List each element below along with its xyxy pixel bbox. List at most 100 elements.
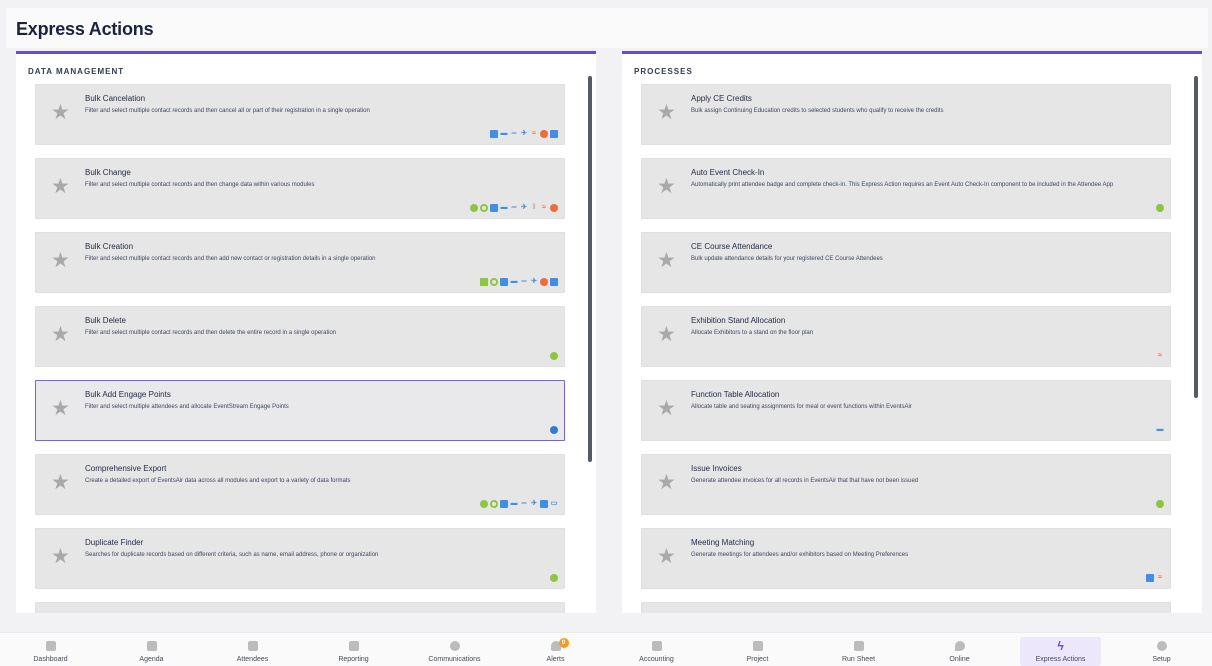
action-card-comprehensive-export[interactable]: ★ Comprehensive Export Create a detailed… <box>35 454 565 515</box>
user-icon <box>480 500 488 508</box>
target-icon <box>490 278 498 286</box>
module-icons <box>1156 204 1164 212</box>
plane-icon: ✈ <box>531 500 537 507</box>
cancel-icon <box>550 204 558 212</box>
card-title: Auto Event Check-In <box>691 168 765 177</box>
user-icon <box>550 574 558 582</box>
module-icons: ▬ ═ ✈ ǀ ≈ <box>470 204 558 212</box>
nav-express-actions[interactable]: ϟ Express Actions <box>1010 633 1111 666</box>
nav-online[interactable]: Online <box>909 633 1010 666</box>
favorite-star-icon[interactable]: ★ <box>51 546 71 567</box>
favorite-star-icon[interactable]: ★ <box>657 324 677 345</box>
card-title: Bulk Creation <box>85 242 134 251</box>
nav-reporting[interactable]: Reporting <box>303 633 404 666</box>
nav-accounting[interactable]: Accounting <box>606 633 707 666</box>
card-description: Searches for duplicate records based on … <box>85 552 379 558</box>
card-description: Bulk update attendance details for your … <box>691 256 883 262</box>
card-list: ★ Apply CE Credits Bulk assign Continuin… <box>641 84 1171 613</box>
favorite-star-icon[interactable]: ★ <box>51 324 71 345</box>
nav-dashboard[interactable]: Dashboard <box>0 633 101 666</box>
card-title: Duplicate Finder <box>85 538 144 547</box>
nav-project[interactable]: Project <box>707 633 808 666</box>
card-list: ★ Bulk Cancelation Filter and select mul… <box>35 84 565 613</box>
action-card-bulk-delete[interactable]: ★ Bulk Delete Filter and select multiple… <box>35 306 565 367</box>
card-title: Bulk Add Engage Points <box>85 390 171 399</box>
favorite-star-icon[interactable]: ★ <box>51 176 71 197</box>
nav-label: Dashboard <box>33 656 68 663</box>
action-card-partial[interactable] <box>641 602 1171 613</box>
action-card-apply-ce-credits[interactable]: ★ Apply CE Credits Bulk assign Continuin… <box>641 84 1171 145</box>
action-card-exhibition-stand-allocation[interactable]: ★ Exhibition Stand Allocation Allocate E… <box>641 306 1171 367</box>
favorite-star-icon[interactable]: ★ <box>51 102 71 123</box>
user-icon <box>1156 204 1164 212</box>
action-card-duplicate-finder[interactable]: ★ Duplicate Finder Searches for duplicat… <box>35 528 565 589</box>
desk-icon: ▬ <box>510 278 518 285</box>
favorite-star-icon[interactable]: ★ <box>51 398 71 419</box>
card-title: Meeting Matching <box>691 538 755 547</box>
card-title: Issue Invoices <box>691 464 742 473</box>
action-card-ce-course-attendance[interactable]: ★ CE Course Attendance Bulk update atten… <box>641 232 1171 293</box>
right-scrollbar[interactable] <box>1194 76 1198 398</box>
chat-icon <box>550 426 558 434</box>
nav-communications[interactable]: Communications <box>404 633 505 666</box>
card-description: Filter and select multiple attendees and… <box>85 404 289 410</box>
action-card-bulk-add-engage-points[interactable]: ★ Bulk Add Engage Points Filter and sele… <box>35 380 565 441</box>
calculator-icon <box>651 641 662 651</box>
nav-label: Agenda <box>139 656 164 663</box>
action-card-issue-invoices[interactable]: ★ Issue Invoices Generate attendee invoi… <box>641 454 1171 515</box>
gear-icon <box>1156 641 1167 651</box>
badge-icon <box>490 130 498 138</box>
calendar-icon <box>550 130 558 138</box>
nav-label: Accounting <box>639 656 674 663</box>
action-card-auto-event-check-in[interactable]: ★ Auto Event Check-In Automatically prin… <box>641 158 1171 219</box>
favorite-star-icon[interactable]: ★ <box>657 546 677 567</box>
nav-attendees[interactable]: Attendees <box>202 633 303 666</box>
module-icons <box>550 426 558 434</box>
module-icons <box>550 574 558 582</box>
page-title: Express Actions <box>16 19 154 39</box>
action-card-meeting-matching[interactable]: ★ Meeting Matching Generate meetings for… <box>641 528 1171 589</box>
favorite-star-icon[interactable]: ★ <box>51 250 71 271</box>
report-icon <box>348 641 359 651</box>
favorite-star-icon[interactable]: ★ <box>657 176 677 197</box>
dashboard-icon <box>45 641 56 651</box>
action-card-partial[interactable] <box>35 602 565 613</box>
favorite-star-icon[interactable]: ★ <box>657 398 677 419</box>
card-description: Automatically print attendee badge and c… <box>691 182 1114 188</box>
card-title: Function Table Allocation <box>691 390 780 399</box>
handshake-icon: ≈ <box>1158 574 1162 581</box>
bed-icon: ═ <box>521 278 527 285</box>
card-description: Filter and select multiple contact recor… <box>85 256 376 262</box>
desk-icon: ▬ <box>500 130 508 137</box>
lightning-icon: ϟ <box>1057 639 1064 653</box>
nav-alerts[interactable]: 0 Alerts <box>505 633 606 666</box>
bed-icon: ═ <box>511 130 517 137</box>
favorite-star-icon[interactable]: ★ <box>51 472 71 493</box>
action-card-function-table-allocation[interactable]: ★ Function Table Allocation Allocate tab… <box>641 380 1171 441</box>
action-card-bulk-change[interactable]: ★ Bulk Change Filter and select multiple… <box>35 158 565 219</box>
card-title: Apply CE Credits <box>691 94 752 103</box>
handshake-icon: ≈ <box>542 204 546 211</box>
favorite-star-icon[interactable]: ★ <box>657 250 677 271</box>
chat-icon <box>449 641 460 651</box>
action-card-bulk-creation[interactable]: ★ Bulk Creation Filter and select multip… <box>35 232 565 293</box>
bed-icon: ═ <box>521 500 527 507</box>
folder-icon <box>752 641 763 651</box>
panel-header: DATA MANAGEMENT <box>28 67 125 76</box>
mic-icon: ǀ <box>533 204 535 211</box>
nav-agenda[interactable]: Agenda <box>101 633 202 666</box>
favorite-star-icon[interactable]: ★ <box>657 472 677 493</box>
card-title: CE Course Attendance <box>691 242 773 251</box>
desk-icon: ▬ <box>510 500 518 507</box>
favorite-star-icon[interactable]: ★ <box>657 102 677 123</box>
plane-icon: ✈ <box>531 278 537 285</box>
nav-setup[interactable]: Setup <box>1111 633 1212 666</box>
badge-icon <box>247 641 258 651</box>
desk-icon: ▬ <box>1156 426 1164 433</box>
card-title: Bulk Cancelation <box>85 94 146 103</box>
left-scrollbar[interactable] <box>588 76 592 462</box>
alerts-count-badge: 0 <box>558 638 569 648</box>
action-card-bulk-cancelation[interactable]: ★ Bulk Cancelation Filter and select mul… <box>35 84 565 145</box>
list-icon <box>853 641 864 651</box>
nav-run-sheet[interactable]: Run Sheet <box>808 633 909 666</box>
